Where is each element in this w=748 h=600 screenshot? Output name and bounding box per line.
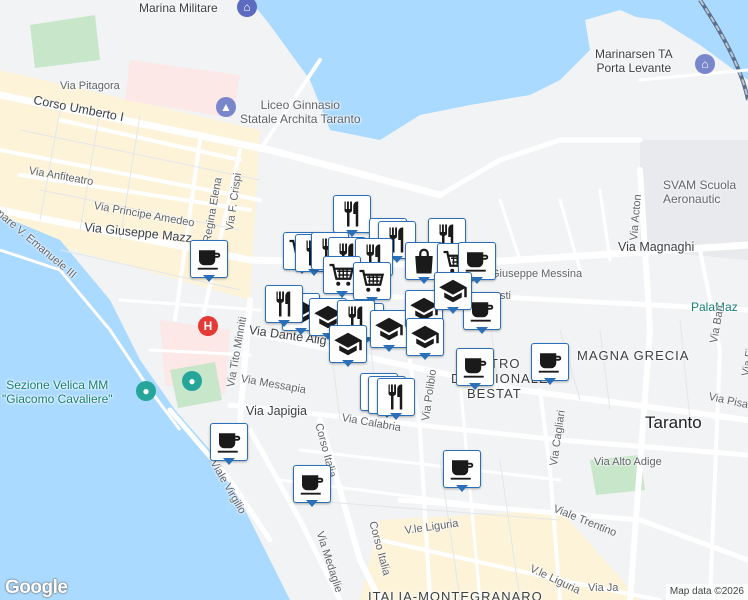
marker-pointer <box>418 277 430 284</box>
map-marker[interactable] <box>456 348 494 392</box>
label-sezione-velica-line2: "Giacomo Cavaliere" <box>2 392 113 406</box>
marker-pointer <box>456 485 468 492</box>
school-pin-icon[interactable]: ▲ <box>216 97 236 117</box>
cafe-icon <box>456 348 494 386</box>
school-icon <box>370 310 408 348</box>
map-marker[interactable] <box>434 272 472 316</box>
label-via-alto-adige: Via Alto Adige <box>594 456 662 468</box>
label-marinarsen-line1: Marinarsen TA <box>595 47 673 61</box>
marker-pointer <box>419 353 431 360</box>
cafe-icon <box>210 423 248 461</box>
label-svam: SVAM Scuola Aeronautic <box>663 178 736 206</box>
label-marinarsen: Marinarsen TA Porta Levante <box>595 47 673 75</box>
map-marker[interactable] <box>190 240 228 284</box>
marker-pointer <box>203 275 215 282</box>
marker-pointer <box>278 320 290 327</box>
label-marina-militare: Marina Militare <box>139 1 218 15</box>
cafe-icon <box>531 343 569 381</box>
marker-pointer <box>476 327 488 334</box>
map-marker[interactable] <box>329 325 367 369</box>
label-teatro-1: TRO <box>490 356 521 371</box>
marker-pointer <box>342 360 354 367</box>
label-marinarsen-line2: Porta Levante <box>596 61 672 75</box>
map-attribution[interactable]: Map data ©2026 <box>665 584 748 600</box>
label-svam-line2: Aeronautic <box>663 192 721 206</box>
marker-pointer <box>544 378 556 385</box>
sailing-club-pin-icon[interactable]: ● <box>136 381 156 401</box>
school-icon <box>406 318 444 356</box>
cafe-icon <box>293 465 331 503</box>
landmark-pin-icon[interactable]: ⌂ <box>695 54 715 74</box>
label-via-ja: Via Ja <box>588 582 619 594</box>
label-taranto: Taranto <box>645 413 702 432</box>
label-via-giuseppe-messina: Giuseppe Messina <box>491 268 583 280</box>
grocery-cart-icon <box>353 262 391 300</box>
school-icon <box>434 272 472 310</box>
label-liceo: Liceo Ginnasio Statale Archita Taranto <box>240 98 361 126</box>
marker-pointer <box>471 277 483 284</box>
marker-pointer <box>469 383 481 390</box>
marker-pointer <box>336 291 348 298</box>
restaurant-icon <box>333 195 371 233</box>
marker-pointer <box>383 345 395 352</box>
map-marker[interactable] <box>377 378 415 422</box>
map-marker[interactable] <box>406 318 444 362</box>
restaurant-icon <box>377 378 415 416</box>
marker-pointer <box>447 307 459 314</box>
label-sezione-velica: Sezione Velica MM "Giacomo Cavaliere" <box>2 378 113 406</box>
map-marker[interactable] <box>370 310 408 354</box>
map-marker[interactable] <box>265 285 303 329</box>
marker-pointer <box>295 328 307 335</box>
label-magna-grecia: MAGNA GRECIA <box>577 348 690 363</box>
label-italia-montegranaro: ITALIA-MONTEGRANARO <box>368 589 543 600</box>
map-marker[interactable] <box>210 423 248 467</box>
label-via-sti: sti <box>500 290 511 302</box>
label-via-japigia: Via Japigia <box>246 404 307 418</box>
map-marker[interactable] <box>443 450 481 494</box>
map-marker[interactable] <box>293 465 331 509</box>
marker-pointer <box>390 413 402 420</box>
school-icon <box>329 325 367 363</box>
park-pin-icon[interactable]: ● <box>182 371 202 391</box>
map-marker[interactable] <box>531 343 569 387</box>
restaurant-icon <box>265 285 303 323</box>
label-liceo-line1: Liceo Ginnasio <box>260 98 340 112</box>
hospital-pin-icon[interactable]: H <box>198 316 218 336</box>
label-via-magnaghi: Via Magnaghi <box>618 240 695 254</box>
label-sezione-velica-line1: Sezione Velica MM <box>6 378 109 392</box>
google-logo: Google <box>5 577 68 598</box>
cafe-icon <box>190 240 228 278</box>
marker-pointer <box>306 500 318 507</box>
map-canvas[interactable]: Marina Militare Marinarsen TA Porta Leva… <box>0 0 748 600</box>
label-svam-line1: SVAM Scuola <box>663 178 737 192</box>
label-liceo-line2: Statale Archita Taranto <box>240 112 361 126</box>
marker-pointer <box>223 458 235 465</box>
cafe-icon <box>443 450 481 488</box>
label-via-pitagora: Via Pitagora <box>60 80 120 92</box>
